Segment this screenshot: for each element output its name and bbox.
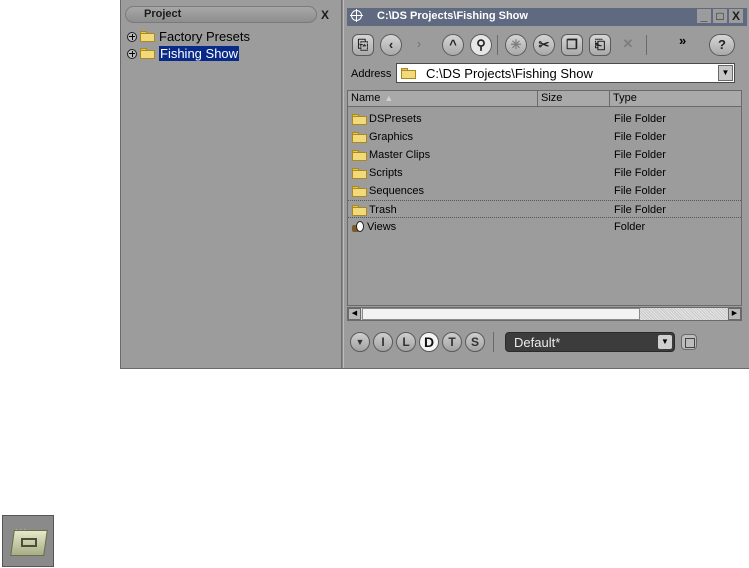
column-header-type[interactable]: Type [610, 91, 741, 106]
filter-button-d[interactable]: D [419, 332, 439, 352]
file-list-header: Name ▲ Size Type [348, 91, 741, 107]
project-panel-header: Project [125, 6, 317, 23]
tree-item-label: Factory Presets [159, 29, 251, 44]
toolbar-overflow-button[interactable]: » [679, 33, 686, 48]
list-item[interactable]: Master Clips File Folder [348, 146, 741, 164]
column-header-label: Name [351, 92, 381, 104]
view-select[interactable]: Default* ▼ [505, 332, 675, 352]
properties-button[interactable]: ⎘ [352, 34, 374, 56]
project-panel: Project X Factory Presets Fishing Show [121, 0, 341, 368]
filter-button-t[interactable]: T [442, 332, 462, 352]
item-name: Scripts [369, 167, 403, 179]
folder-icon [140, 31, 155, 42]
folder-icon [352, 149, 367, 161]
item-type: Folder [614, 221, 646, 233]
sort-ascending-icon: ▲ [384, 93, 394, 103]
explorer-title: C:\DS Projects\Fishing Show [377, 10, 528, 22]
scroll-left-icon[interactable]: ◀ [348, 308, 361, 320]
folder-icon [352, 131, 367, 143]
file-list: Name ▲ Size Type DSPresets File Folder Gr… [347, 90, 742, 306]
minimize-button[interactable]: _ [697, 9, 711, 23]
column-header-name[interactable]: Name ▲ [348, 91, 538, 106]
list-item[interactable]: DSPresets File Folder [348, 110, 741, 128]
filter-button-l[interactable]: L [396, 332, 416, 352]
explorer-titlebar[interactable]: C:\DS Projects\Fishing Show _ □ X [347, 8, 747, 26]
tree-item-label: Fishing Show [159, 46, 240, 61]
window-controls: _ □ X [697, 9, 743, 23]
item-name: Views [367, 221, 397, 233]
project-tree: Factory Presets Fishing Show [127, 28, 250, 62]
item-type: File Folder [614, 204, 666, 216]
expand-icon[interactable] [127, 31, 137, 42]
forward-button[interactable]: › [408, 34, 430, 56]
list-item[interactable]: Scripts File Folder [348, 164, 741, 182]
tree-item-factory-presets[interactable]: Factory Presets [127, 28, 250, 45]
folder-icon [352, 113, 367, 125]
address-label: Address [351, 68, 392, 80]
views-icon [352, 221, 365, 233]
crosshair-icon [350, 9, 363, 22]
folder-icon [352, 167, 367, 179]
item-type: File Folder [614, 149, 666, 161]
scrollbar-track[interactable] [640, 308, 728, 320]
list-item[interactable]: Views Folder [348, 218, 741, 236]
column-header-size[interactable]: Size [538, 91, 610, 106]
project-panel-title: Project [144, 8, 182, 20]
project-panel-close-button[interactable]: X [317, 7, 333, 23]
folder-icon [140, 48, 155, 59]
filter-menu-button[interactable]: ▼ [350, 332, 370, 352]
folder-icon [401, 68, 416, 79]
new-button[interactable]: ✳ [505, 34, 527, 56]
app-window: Project X Factory Presets Fishing Show C… [120, 0, 749, 369]
folder-icon [352, 204, 367, 216]
item-name: Master Clips [369, 149, 431, 161]
dropdown-arrow-icon[interactable]: ▼ [718, 65, 733, 81]
explorer-toolbar: ⎘ ‹ › ^ ⚲ ✳ ✂ ❐ ⎗ ✕ » ? [347, 33, 747, 58]
horizontal-scrollbar[interactable]: ◀ ▶ [347, 307, 742, 321]
maximize-button[interactable]: □ [713, 9, 727, 23]
find-button[interactable]: ⚲ [470, 34, 492, 56]
paste-button[interactable]: ⎗ [589, 34, 611, 56]
list-item[interactable]: Graphics File Folder [348, 128, 741, 146]
item-name: DSPresets [369, 113, 422, 125]
filter-separator [493, 332, 494, 352]
address-value: C:\DS Projects\Fishing Show [426, 66, 593, 81]
expand-icon[interactable] [127, 48, 137, 59]
list-item[interactable]: Sequences File Folder [348, 182, 741, 200]
help-button[interactable]: ? [709, 34, 735, 56]
item-name: Sequences [369, 185, 425, 197]
filter-button-i[interactable]: I [373, 332, 393, 352]
folder-icon [352, 185, 367, 197]
item-name: Trash [369, 204, 397, 216]
toolbar-separator [497, 35, 498, 55]
filter-bar: ▼ I L D T S Default* ▼ [347, 331, 747, 355]
save-view-button[interactable] [681, 334, 697, 350]
scrollbar-thumb[interactable] [362, 308, 640, 320]
delete-button[interactable]: ✕ [617, 34, 639, 56]
scroll-right-icon[interactable]: ▶ [728, 308, 741, 320]
list-item[interactable]: Trash File Folder [348, 200, 741, 218]
item-name: Graphics [369, 131, 414, 143]
filter-button-s[interactable]: S [465, 332, 485, 352]
copy-button[interactable]: ❐ [561, 34, 583, 56]
item-type: File Folder [614, 131, 666, 143]
item-type: File Folder [614, 185, 666, 197]
item-type: File Folder [614, 167, 666, 179]
back-button[interactable]: ‹ [380, 34, 402, 56]
dropdown-arrow-icon[interactable]: ▼ [658, 335, 672, 349]
toolbar-separator [646, 35, 647, 55]
explorer-window: C:\DS Projects\Fishing Show _ □ X ⎘ ‹ › … [344, 0, 749, 368]
close-button[interactable]: X [729, 9, 743, 23]
tree-item-fishing-show[interactable]: Fishing Show [127, 45, 250, 62]
up-folder-button[interactable]: ^ [442, 34, 464, 56]
app-folder-icon: ••• [2, 515, 54, 567]
item-type: File Folder [614, 113, 666, 125]
cut-button[interactable]: ✂ [533, 34, 555, 56]
address-combobox[interactable]: C:\DS Projects\Fishing Show ▼ [396, 63, 735, 83]
view-select-value: Default* [514, 335, 561, 350]
